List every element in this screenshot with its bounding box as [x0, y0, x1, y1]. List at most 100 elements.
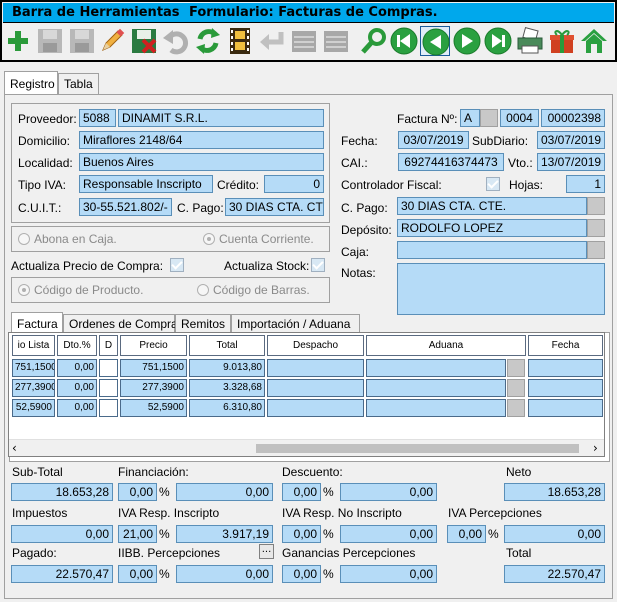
- cell-despacho[interactable]: [267, 379, 364, 397]
- save-as-disabled-icon[interactable]: [67, 26, 97, 56]
- tab-ordenes-compra[interactable]: Ordenes de Compra: [63, 314, 178, 334]
- cell-aduana[interactable]: [366, 399, 506, 417]
- cell-d-checkbox[interactable]: [99, 359, 118, 377]
- col-dto-header[interactable]: Dto.%: [57, 335, 97, 356]
- cell-fecha[interactable]: [528, 379, 603, 397]
- cell-despacho[interactable]: [267, 399, 364, 417]
- cell-precio[interactable]: 52,5900: [120, 399, 187, 417]
- financiacion-field[interactable]: 0,00: [176, 483, 273, 501]
- neto-field[interactable]: 18.653,28: [504, 483, 605, 501]
- deposito-field[interactable]: RODOLFO LOPEZ: [397, 219, 587, 237]
- cell-dto[interactable]: 0,00: [57, 379, 97, 397]
- tab-remitos[interactable]: Remitos: [175, 314, 231, 334]
- cell-precio-lista[interactable]: 52,5900: [12, 399, 55, 417]
- iva-rni-pct-field[interactable]: 0,00: [282, 525, 321, 543]
- cell-aduana[interactable]: [366, 359, 506, 377]
- factura-letra-field[interactable]: A: [460, 109, 480, 127]
- gift-icon[interactable]: [547, 26, 577, 56]
- tipo-iva-field[interactable]: Responsable Inscripto: [79, 175, 213, 193]
- iva-rni-field[interactable]: 0,00: [340, 525, 437, 543]
- proveedor-code-field[interactable]: 5088: [79, 109, 116, 127]
- iibb-details-button[interactable]: ...: [259, 544, 274, 559]
- cuenta-corriente-radio[interactable]: [203, 233, 215, 245]
- cell-fecha[interactable]: [528, 359, 603, 377]
- cell-aduana-dropdown[interactable]: [507, 379, 525, 397]
- fecha-field[interactable]: 03/07/2019: [398, 131, 469, 149]
- credito-field[interactable]: 0: [264, 175, 324, 193]
- subdiario-field[interactable]: 03/07/2019: [537, 131, 605, 149]
- cai-field[interactable]: 69274416374473: [398, 153, 504, 171]
- cell-dto[interactable]: 0,00: [57, 399, 97, 417]
- notas-field[interactable]: [397, 263, 605, 315]
- scroll-left-icon[interactable]: ‹: [12, 440, 17, 456]
- tab-registro[interactable]: Registro: [4, 71, 58, 94]
- factura-pto-field[interactable]: 0004: [500, 109, 539, 127]
- caja-field[interactable]: [397, 241, 587, 259]
- cuit-field[interactable]: 30-55.521.802/-: [79, 198, 172, 216]
- scroll-right-icon[interactable]: ›: [593, 440, 598, 456]
- grid-disabled-icon[interactable]: [321, 26, 351, 56]
- factura-numero-field[interactable]: 00002398: [541, 109, 605, 127]
- cell-dto[interactable]: 0,00: [57, 359, 97, 377]
- domicilio-field[interactable]: Miraflores 2148/64: [79, 131, 324, 149]
- cell-fecha[interactable]: [528, 399, 603, 417]
- next-record-icon[interactable]: [452, 26, 482, 56]
- tab-importacion-aduana[interactable]: Importación / Aduana: [231, 314, 360, 334]
- search-icon[interactable]: [359, 26, 389, 56]
- col-aduana-header[interactable]: Aduana: [366, 335, 526, 356]
- iva-ri-field[interactable]: 3.917,19: [176, 525, 273, 543]
- save-disabled-icon[interactable]: [35, 26, 65, 56]
- cell-precio[interactable]: 751,1500: [120, 359, 187, 377]
- abona-caja-radio[interactable]: [18, 233, 30, 245]
- total-field[interactable]: 22.570,47: [504, 565, 605, 583]
- tab-tabla[interactable]: Tabla: [58, 73, 99, 94]
- cell-precio-lista[interactable]: 751,1500: [12, 359, 55, 377]
- localidad-field[interactable]: Buenos Aires: [79, 153, 324, 171]
- actualiza-precio-checkbox[interactable]: [170, 258, 184, 272]
- col-precio-header[interactable]: Precio: [120, 335, 187, 356]
- scrollbar-thumb[interactable]: [256, 444, 579, 453]
- list-disabled-icon[interactable]: [289, 26, 319, 56]
- actualiza-stock-checkbox[interactable]: [311, 258, 325, 272]
- cell-total[interactable]: 9.013,80: [189, 359, 265, 377]
- proveedor-name-field[interactable]: DINAMIT S.R.L.: [118, 109, 324, 127]
- descuento-field[interactable]: 0,00: [340, 483, 437, 501]
- controlador-fiscal-checkbox[interactable]: [486, 177, 500, 191]
- col-despacho-header[interactable]: Despacho: [267, 335, 364, 356]
- col-precio-lista-header[interactable]: io Lista: [12, 335, 55, 356]
- financiacion-pct-field[interactable]: 0,00: [118, 483, 157, 501]
- cell-total[interactable]: 6.310,80: [189, 399, 265, 417]
- col-fecha-header[interactable]: Fecha: [528, 335, 603, 356]
- film-icon[interactable]: [225, 26, 255, 56]
- cell-precio[interactable]: 277,3900: [120, 379, 187, 397]
- cell-d-checkbox[interactable]: [99, 399, 118, 417]
- col-total-header[interactable]: Total: [189, 335, 265, 356]
- cell-despacho[interactable]: [267, 359, 364, 377]
- iibb-pct-field[interactable]: 0,00: [118, 565, 157, 583]
- return-disabled-icon[interactable]: [257, 26, 287, 56]
- iva-perc-field[interactable]: 0,00: [504, 525, 605, 543]
- new-icon[interactable]: [3, 26, 33, 56]
- col-d-header[interactable]: D: [99, 335, 118, 356]
- cell-aduana[interactable]: [366, 379, 506, 397]
- undo-disabled-icon[interactable]: [161, 26, 191, 56]
- cell-aduana-dropdown[interactable]: [507, 399, 525, 417]
- previous-record-icon[interactable]: [420, 26, 450, 56]
- first-record-icon[interactable]: [389, 26, 419, 56]
- edit-pencil-icon[interactable]: [97, 26, 127, 56]
- factura-letra-dropdown[interactable]: [480, 109, 498, 127]
- last-record-icon[interactable]: [483, 26, 513, 56]
- cell-total[interactable]: 3.328,68: [189, 379, 265, 397]
- pagado-field[interactable]: 22.570,47: [11, 565, 113, 583]
- hojas-field[interactable]: 1: [566, 175, 605, 193]
- tab-factura[interactable]: Factura: [11, 312, 63, 334]
- iva-ri-pct-field[interactable]: 21,00: [118, 525, 157, 543]
- descuento-pct-field[interactable]: 0,00: [282, 483, 321, 501]
- ganancias-field[interactable]: 0,00: [340, 565, 437, 583]
- caja-dropdown[interactable]: [587, 241, 605, 259]
- cpago-dropdown[interactable]: [587, 197, 605, 215]
- iibb-field[interactable]: 0,00: [176, 565, 273, 583]
- cpago-right-field[interactable]: 30 DIAS CTA. CTE.: [397, 197, 587, 215]
- deposito-dropdown[interactable]: [587, 219, 605, 237]
- cell-precio-lista[interactable]: 277,3900: [12, 379, 55, 397]
